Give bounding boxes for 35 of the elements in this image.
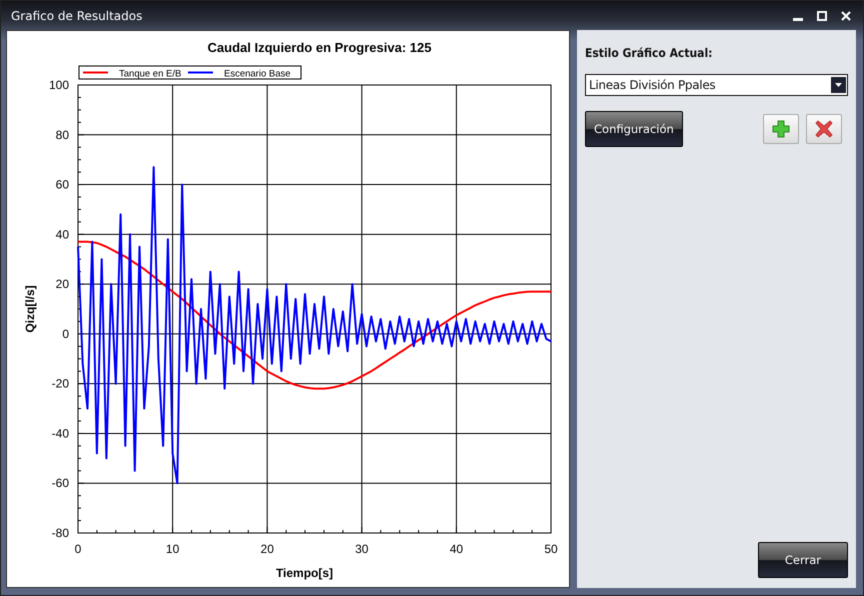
axis-title: Tiempo[s]	[276, 566, 334, 580]
tick-label: 20	[260, 542, 274, 556]
close-dialog-button[interactable]: Cerrar	[758, 542, 848, 578]
tick-label: 80	[56, 128, 69, 142]
tick-label: -40	[52, 426, 69, 440]
tick-label: 0	[74, 542, 82, 556]
close-button[interactable]	[839, 8, 853, 22]
tick-label: 30	[355, 542, 368, 556]
minimize-icon	[793, 18, 803, 20]
legend-label: Tanque en E/B	[119, 68, 182, 80]
tick-label: 0	[62, 326, 69, 341]
chart-title: Caudal Izquierdo en Progresiva: 125	[208, 40, 432, 55]
add-button[interactable]	[763, 114, 799, 144]
tick-label: 40	[56, 227, 69, 242]
window-title: Grafico de Resultados	[11, 8, 142, 22]
maximize-icon	[817, 10, 827, 20]
maximize-button[interactable]	[815, 8, 829, 22]
axis-title: Qizq[l/s]	[23, 285, 37, 333]
close-icon	[815, 120, 833, 138]
tick-label: 60	[56, 178, 69, 192]
tick-label: 20	[56, 277, 69, 292]
legend-label: Escenario Base	[224, 68, 291, 80]
tick-label: 10	[166, 542, 180, 556]
style-dropdown[interactable]: Lineas División Ppales	[585, 74, 848, 96]
close-icon	[841, 10, 851, 20]
tick-label: 100	[48, 78, 69, 92]
tick-label: -60	[52, 476, 69, 490]
tick-label: 50	[544, 542, 558, 556]
field-label: Estilo Gráfico Actual:	[585, 46, 714, 60]
plus-icon	[772, 120, 790, 138]
tick-label: -80	[52, 526, 69, 540]
tick-label: -20	[52, 376, 69, 391]
delete-button[interactable]	[806, 114, 842, 144]
tick-label: 40	[450, 542, 464, 556]
settings-button[interactable]: Configuración	[585, 111, 683, 147]
